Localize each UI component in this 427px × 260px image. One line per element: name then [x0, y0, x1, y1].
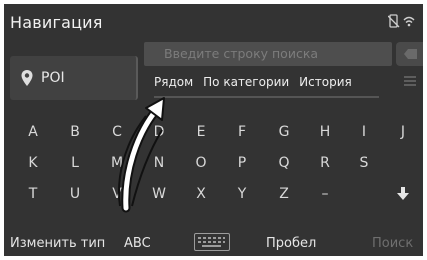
arrow-down-button[interactable] [384, 182, 422, 206]
status-icons [388, 14, 415, 28]
space-button[interactable]: Пробел [266, 236, 316, 251]
arrow-down-icon [397, 187, 409, 200]
key-s[interactable]: S [345, 151, 383, 175]
search-input[interactable]: Введите строку поиска [144, 42, 392, 66]
tab-history[interactable]: История [299, 75, 352, 89]
key-j[interactable]: J [384, 120, 422, 144]
key-r[interactable]: R [306, 151, 344, 175]
search-tabs: Рядом По категории История [154, 69, 362, 95]
key-a[interactable]: A [14, 120, 52, 144]
tab-underline [154, 96, 379, 98]
key-t[interactable]: T [14, 182, 52, 206]
wifi-icon [403, 14, 415, 28]
abc-button[interactable]: ABC [124, 236, 151, 251]
location-pin-icon [20, 69, 34, 87]
key-k[interactable]: K [14, 151, 52, 175]
key-h[interactable]: H [306, 120, 344, 144]
key-g[interactable]: G [265, 120, 303, 144]
key-u[interactable]: U [56, 182, 94, 206]
key-e[interactable]: E [182, 120, 220, 144]
phone-off-icon [388, 14, 400, 28]
keyboard-icon[interactable] [194, 233, 230, 251]
backspace-icon [404, 49, 417, 59]
tab-nearby[interactable]: Рядом [154, 75, 193, 89]
tab-by-category[interactable]: По категории [203, 75, 289, 89]
change-type-button[interactable]: Изменить тип [10, 236, 105, 251]
key-p[interactable]: P [223, 151, 261, 175]
key-y[interactable]: Y [223, 182, 261, 206]
key-dash[interactable]: – [306, 182, 344, 206]
navigation-screen: Навигация Введите строку поиска POI Рядо… [4, 4, 423, 256]
key-b[interactable]: B [56, 120, 94, 144]
key-x[interactable]: X [182, 182, 220, 206]
key-f[interactable]: F [223, 120, 261, 144]
list-icon[interactable] [403, 74, 417, 88]
search-button[interactable]: Поиск [372, 236, 413, 251]
key-o[interactable]: O [182, 151, 220, 175]
pointer-arrow-annotation [106, 94, 176, 214]
key-z[interactable]: Z [265, 182, 303, 206]
poi-label: POI [41, 70, 65, 86]
key-q[interactable]: Q [265, 151, 303, 175]
backspace-button[interactable] [396, 42, 423, 66]
key-i[interactable]: I [345, 120, 383, 144]
page-title: Навигация [10, 13, 103, 32]
key-l[interactable]: L [56, 151, 94, 175]
